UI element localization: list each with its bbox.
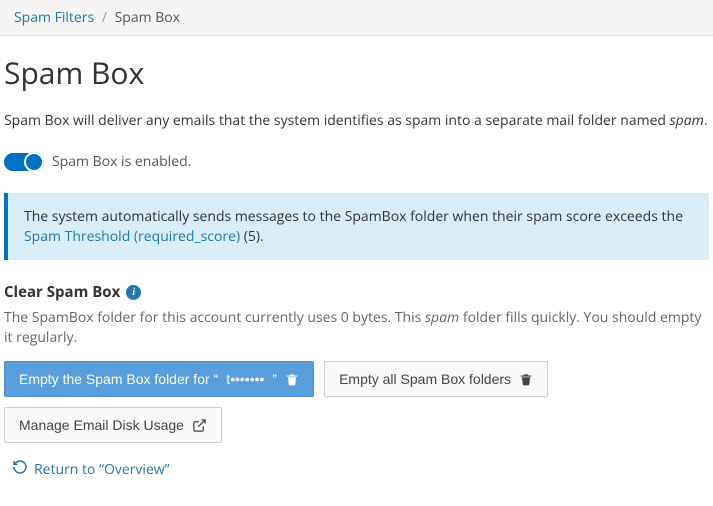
spam-box-description: Spam Box will deliver any emails that th… <box>4 111 709 130</box>
clear-spam-box-title: Clear Spam Box i <box>4 282 709 302</box>
toggle-knob <box>24 152 44 172</box>
breadcrumb: Spam Filters / Spam Box <box>0 0 713 36</box>
manage-email-disk-usage-button[interactable]: Manage Email Disk Usage <box>4 407 222 443</box>
spam-threshold-callout: The system automatically sends messages … <box>4 193 709 260</box>
spam-box-toggle-label: Spam Box is enabled. <box>52 152 191 171</box>
page-title: Spam Box <box>0 36 713 111</box>
trash-icon <box>519 372 533 386</box>
return-to-overview-link[interactable]: Return to “Overview” <box>12 459 709 480</box>
undo-icon <box>12 459 28 480</box>
spam-box-usage-bytes: 0 bytes <box>341 308 388 327</box>
external-link-icon <box>192 418 207 433</box>
breadcrumb-separator: / <box>102 8 107 27</box>
empty-this-spam-box-button[interactable]: Empty the Spam Box folder for “t•••••••” <box>4 361 314 397</box>
trash-icon <box>285 372 299 386</box>
empty-this-account-name: t••••••• <box>226 371 264 387</box>
spam-box-toggle-row: Spam Box is enabled. <box>4 152 709 171</box>
spam-box-toggle[interactable] <box>4 153 42 171</box>
spam-box-usage-text: The SpamBox folder for this account curr… <box>4 308 709 347</box>
breadcrumb-current: Spam Box <box>115 8 180 27</box>
empty-all-spam-box-button[interactable]: Empty all Spam Box folders <box>324 361 548 397</box>
info-icon[interactable]: i <box>126 285 141 300</box>
breadcrumb-parent[interactable]: Spam Filters <box>14 8 94 27</box>
spam-threshold-value: 5 <box>248 227 256 246</box>
spam-threshold-link[interactable]: Spam Threshold (required_score) <box>24 227 240 246</box>
